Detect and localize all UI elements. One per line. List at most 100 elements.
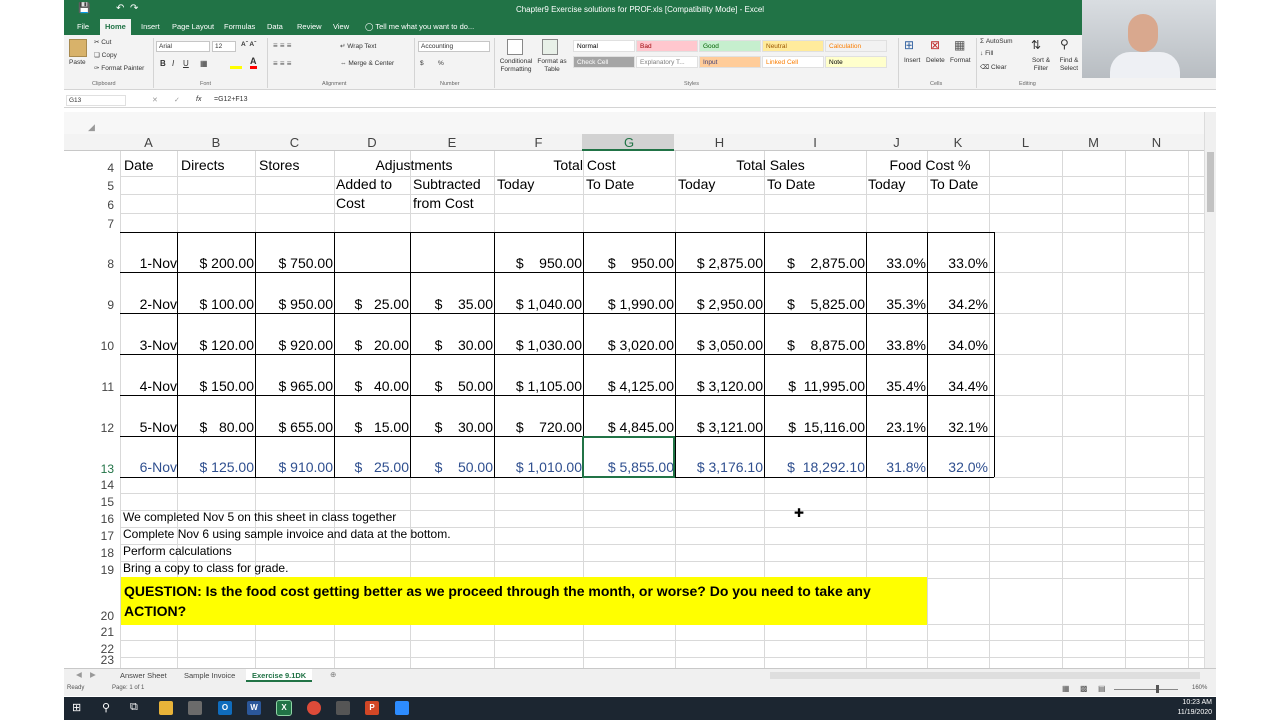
table-cell[interactable]: $ 18,292.10	[767, 459, 865, 475]
table-cell[interactable]: $ 15,116.00	[767, 419, 865, 435]
tab-scroll-left-icon[interactable]: ◀	[76, 670, 82, 679]
header-subtracted[interactable]: Subtracted	[413, 176, 481, 192]
row-header[interactable]: 19	[64, 563, 120, 577]
tab-view[interactable]: View	[328, 19, 354, 35]
column-header[interactable]: E	[410, 136, 494, 150]
table-cell[interactable]: 23.1%	[869, 419, 926, 435]
number-format-select[interactable]: Accounting	[418, 41, 490, 52]
app-icon[interactable]	[188, 701, 202, 715]
sort-filter-icon[interactable]: ⇅	[1031, 38, 1041, 52]
row-header[interactable]: 9	[64, 298, 120, 312]
find-select-button[interactable]: Find & Select	[1056, 57, 1082, 73]
insert-function-icon[interactable]: fx	[196, 96, 201, 103]
cell-style-8[interactable]: Linked Cell	[762, 56, 824, 68]
paste-icon[interactable]	[69, 39, 87, 57]
table-cell[interactable]: $ 50.00	[413, 378, 493, 394]
tab-formulas[interactable]: Formulas	[219, 19, 260, 35]
table-cell[interactable]: 35.4%	[869, 378, 926, 394]
table-cell[interactable]: $ 20.00	[337, 337, 410, 353]
cell-style-9[interactable]: Note	[825, 56, 887, 68]
merge-center-button[interactable]: ⇔ Merge & Center	[340, 60, 394, 67]
table-cell[interactable]: 32.1%	[930, 419, 988, 435]
delete-cells-icon[interactable]: ⊠	[930, 38, 940, 52]
active-cell-G13[interactable]	[582, 436, 675, 478]
table-cell[interactable]: 4-Nov	[123, 378, 177, 394]
table-cell[interactable]: $ 200.00	[180, 255, 255, 271]
cancel-icon[interactable]: ✕	[152, 96, 158, 104]
scrollbar-thumb[interactable]	[1207, 152, 1214, 212]
font-size-select[interactable]: 12	[212, 41, 236, 52]
table-cell[interactable]: $ 2,950.00	[678, 296, 763, 312]
delete-cells-button[interactable]: Delete	[926, 57, 945, 64]
cell-style-3[interactable]: Neutral	[762, 40, 824, 52]
table-cell[interactable]: 34.2%	[930, 296, 988, 312]
row-header[interactable]: 5	[64, 179, 120, 193]
table-cell[interactable]: 34.0%	[930, 337, 988, 353]
table-cell[interactable]: $ 950.00	[497, 255, 582, 271]
tab-page-layout[interactable]: Page Layout	[167, 19, 219, 35]
table-cell[interactable]: $ 3,050.00	[678, 337, 763, 353]
table-cell[interactable]: $ 655.00	[258, 419, 334, 435]
note-text[interactable]: Perform calculations	[123, 543, 232, 559]
page-break-view-icon[interactable]: ▤	[1098, 684, 1106, 693]
vertical-scrollbar[interactable]	[1204, 112, 1216, 668]
column-header[interactable]: M	[1062, 136, 1125, 150]
header-today[interactable]: Today	[497, 176, 534, 192]
header-total-cost[interactable]: Total Cost	[494, 157, 675, 173]
font-color-icon[interactable]: A	[250, 57, 257, 69]
insert-cells-button[interactable]: Insert	[904, 57, 920, 64]
format-as-table-button[interactable]: Format as Table	[537, 58, 567, 74]
cell-style-6[interactable]: Explanatory T...	[636, 56, 698, 68]
row-header[interactable]: 14	[64, 478, 120, 492]
conditional-formatting-icon[interactable]	[507, 39, 523, 55]
header-to-date[interactable]: To Date	[767, 176, 815, 192]
table-cell[interactable]: $ 15.00	[337, 419, 410, 435]
table-cell[interactable]: $ 3,176.10	[678, 459, 763, 475]
column-header[interactable]: H	[675, 136, 764, 150]
header-directs[interactable]: Directs	[181, 157, 225, 173]
table-cell[interactable]: $ 25.00	[337, 459, 410, 475]
format-painter-button[interactable]: ✑ Format Painter	[94, 64, 144, 72]
normal-view-icon[interactable]: ▦	[1062, 684, 1070, 693]
insert-cells-icon[interactable]: ⊞	[904, 38, 914, 52]
zoom-slider[interactable]	[1114, 689, 1178, 690]
table-cell[interactable]: 2-Nov	[123, 296, 177, 312]
copy-button[interactable]: ❏ Copy	[94, 51, 117, 59]
horizontal-scrollbar[interactable]	[770, 672, 1200, 679]
table-cell[interactable]: $ 120.00	[180, 337, 255, 353]
table-cell[interactable]: $ 950.00	[258, 296, 334, 312]
autosum-button[interactable]: Σ AutoSum	[980, 38, 1013, 45]
column-header[interactable]: D	[334, 136, 410, 150]
row-header[interactable]: 13	[64, 462, 120, 476]
font-grow-icon[interactable]: Aˆ Aˇ	[241, 41, 256, 48]
column-header[interactable]: G	[583, 136, 675, 150]
font-name-select[interactable]: Arial	[156, 41, 210, 52]
table-cell[interactable]: $ 910.00	[258, 459, 334, 475]
header-cost[interactable]: Cost	[336, 195, 365, 211]
underline-button[interactable]: U	[183, 59, 189, 68]
header-total-sales[interactable]: Total Sales	[675, 157, 866, 173]
border-icon[interactable]: ▦	[200, 59, 208, 68]
zoom-level[interactable]: 160%	[1192, 685, 1207, 691]
header-to-date[interactable]: To Date	[586, 176, 634, 192]
cell-style-4[interactable]: Calculation	[825, 40, 887, 52]
table-cell[interactable]: $ 1,990.00	[586, 296, 674, 312]
table-cell[interactable]: $ 8,875.00	[767, 337, 865, 353]
table-cell[interactable]: $ 4,125.00	[586, 378, 674, 394]
row-header[interactable]: 23	[64, 653, 120, 667]
sheet-tab-exercise[interactable]: Exercise 9.1DK	[246, 669, 313, 682]
row-header[interactable]: 4	[64, 161, 120, 175]
column-header[interactable]: J	[866, 136, 927, 150]
align-left-icons[interactable]: ≡ ≡ ≡	[273, 59, 291, 68]
sheet-tab-answer-sheet[interactable]: Answer Sheet	[114, 669, 173, 682]
header-from-cost[interactable]: from Cost	[413, 195, 474, 211]
table-cell[interactable]: $ 11,995.00	[767, 378, 865, 394]
header-date[interactable]: Date	[124, 157, 154, 173]
bold-button[interactable]: B	[160, 59, 166, 68]
header-today[interactable]: Today	[678, 176, 715, 192]
column-header[interactable]: C	[255, 136, 334, 150]
table-cell[interactable]: 33.8%	[869, 337, 926, 353]
note-text[interactable]: Complete Nov 6 using sample invoice and …	[123, 526, 451, 542]
row-header[interactable]: 12	[64, 421, 120, 435]
word-icon[interactable]: W	[247, 701, 261, 715]
